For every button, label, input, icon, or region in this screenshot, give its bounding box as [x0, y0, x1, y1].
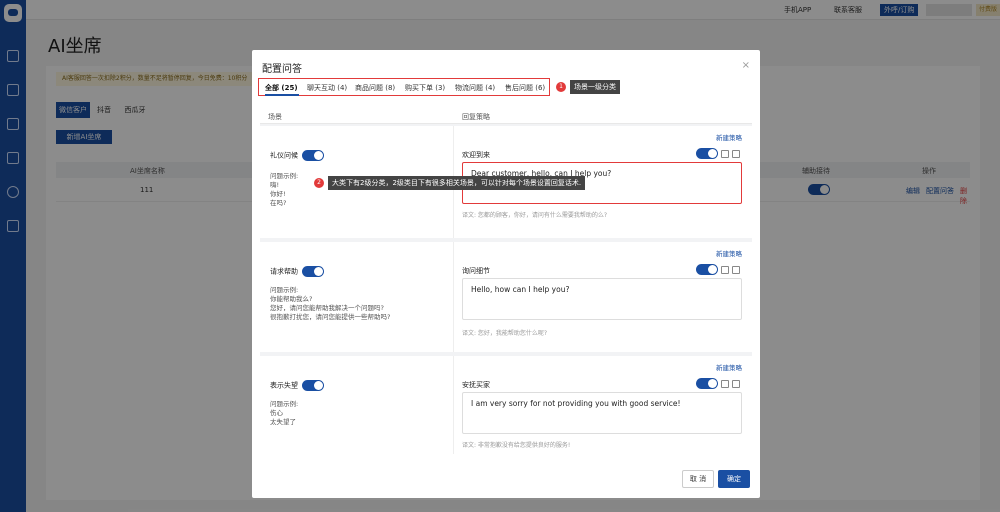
examples-label: 问题示例:: [270, 172, 299, 180]
scene-block: 请求帮助 问题示例: 你能帮助我么? 您好，请问您能帮助我解决一个问题吗? 很抱…: [260, 242, 752, 352]
scene-toggle[interactable]: [302, 266, 324, 277]
examples-text: 你能帮助我么? 您好，请问您能帮助我解决一个问题吗? 很抱歉打扰您，请问您能提供…: [270, 295, 391, 321]
edit-icon[interactable]: [721, 379, 729, 388]
strategy-toggle[interactable]: [696, 264, 718, 275]
delete-icon[interactable]: [732, 379, 740, 388]
strategy-controls: [696, 148, 740, 159]
column-header: 场景 回复策略: [260, 108, 752, 124]
tab-product[interactable]: 商品问题 (8): [355, 83, 395, 93]
confirm-button[interactable]: 确定: [718, 470, 750, 488]
strategy-toggle[interactable]: [696, 378, 718, 389]
scene-examples: 问题示例: 嗨! 你好! 在吗?: [270, 172, 298, 208]
examples-label: 问题示例:: [270, 400, 299, 408]
scene-block: 表示失望 问题示例: 伤心 太失望了 新建策略 安抚买家 I am very s…: [260, 356, 752, 454]
examples-text: 嗨! 你好! 在吗?: [270, 181, 287, 207]
config-qa-modal: 配置问答 × 全部 (25) 聊天互动 (4) 商品问题 (8) 购买下单 (3…: [252, 50, 760, 498]
scene-label: 请求帮助: [270, 267, 298, 276]
new-strategy-link[interactable]: 新建策略: [716, 248, 742, 258]
col-strategy: 回复策略: [462, 113, 490, 121]
active-tab-indicator: [265, 94, 299, 96]
examples-text: 伤心 太失望了: [270, 409, 296, 426]
scene-name: 表示失望: [270, 380, 324, 391]
scene-toggle[interactable]: [302, 380, 324, 391]
callout-2: 大类下有2级分类，2级类目下有很多相关场景，可以针对每个场景设置回复话术.: [328, 176, 586, 190]
strategy-controls: [696, 264, 740, 275]
tab-all[interactable]: 全部 (25): [265, 83, 298, 93]
tab-aftersale[interactable]: 售后问题 (6): [505, 83, 545, 93]
strategy-controls: [696, 378, 740, 389]
strategy-toggle[interactable]: [696, 148, 718, 159]
modal-title: 配置问答: [262, 64, 302, 75]
strategy-name: 欢迎到来: [462, 151, 490, 159]
reply-translation: 译文: 非常抱歉没有给您提供良好的服务!: [462, 442, 571, 449]
scene-name: 礼仪问候: [270, 150, 324, 161]
strategy-name: 询问细节: [462, 267, 490, 275]
callout-2-badge: 2: [314, 178, 324, 188]
edit-icon[interactable]: [721, 265, 729, 274]
reply-text[interactable]: I am very sorry for not providing you wi…: [462, 392, 742, 434]
callout-1-badge: 1: [556, 82, 566, 92]
delete-icon[interactable]: [732, 149, 740, 158]
col-scene: 场景: [268, 113, 282, 121]
reply-text[interactable]: Hello, how can I help you?: [462, 278, 742, 320]
scene-label: 表示失望: [270, 381, 298, 390]
scene-name: 请求帮助: [270, 266, 324, 277]
category-tabs: 全部 (25) 聊天互动 (4) 商品问题 (8) 购买下单 (3) 物流问题 …: [258, 78, 550, 96]
scene-toggle[interactable]: [302, 150, 324, 161]
cancel-button[interactable]: 取 消: [682, 470, 714, 488]
reply-translation: 译文: 您好，我能帮助您什么呢?: [462, 330, 548, 337]
close-icon[interactable]: ×: [742, 60, 750, 71]
scene-examples: 问题示例: 你能帮助我么? 您好，请问您能帮助我解决一个问题吗? 很抱歉打扰您，…: [270, 286, 390, 322]
tab-logistics[interactable]: 物流问题 (4): [455, 83, 495, 93]
reply-translation: 译文: 您都的顾客，你好，请问有什么需要我帮助的么?: [462, 212, 608, 219]
edit-icon[interactable]: [721, 149, 729, 158]
qa-scroll-area[interactable]: 场景 回复策略 礼仪问候 问题示例: 嗨! 你好! 在吗? 新建策略 欢迎到来 …: [260, 108, 752, 454]
scene-cell: 表示失望 问题示例: 伤心 太失望了: [260, 356, 454, 454]
new-strategy-link[interactable]: 新建策略: [716, 362, 742, 372]
strategy-name: 安抚买家: [462, 381, 490, 389]
new-strategy-link[interactable]: 新建策略: [716, 132, 742, 142]
callout-1: 场景一级分类: [570, 80, 620, 94]
delete-icon[interactable]: [732, 265, 740, 274]
examples-label: 问题示例:: [270, 286, 299, 294]
scene-cell: 请求帮助 问题示例: 你能帮助我么? 您好，请问您能帮助我解决一个问题吗? 很抱…: [260, 242, 454, 352]
tab-chat[interactable]: 聊天互动 (4): [307, 83, 347, 93]
modal-footer: 取 消 确定: [252, 462, 760, 498]
tab-order[interactable]: 购买下单 (3): [405, 83, 445, 93]
scene-examples: 问题示例: 伤心 太失望了: [270, 400, 298, 427]
scene-label: 礼仪问候: [270, 151, 298, 160]
